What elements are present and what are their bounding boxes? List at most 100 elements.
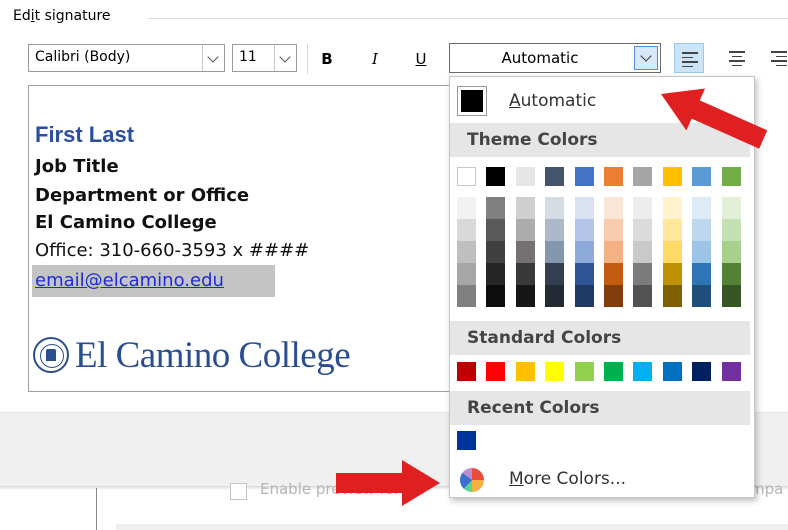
standard-color-swatch[interactable] <box>574 362 594 381</box>
recent-color-swatch[interactable] <box>457 431 476 450</box>
theme-shade-swatch[interactable] <box>662 241 682 263</box>
theme-color-swatch[interactable] <box>604 167 623 186</box>
standard-color-swatch[interactable] <box>545 362 565 381</box>
edit-signature-label: Edit signature <box>13 8 111 24</box>
automatic-color-label: Automatic <box>509 91 597 111</box>
signature-editor[interactable]: First Last Job Title Department or Offic… <box>28 85 458 392</box>
standard-color-swatch[interactable] <box>515 362 535 381</box>
theme-shade-swatch[interactable] <box>457 285 476 307</box>
standard-color-swatch[interactable] <box>662 362 682 381</box>
theme-shade-swatch[interactable] <box>574 241 594 263</box>
theme-shade-swatch[interactable] <box>604 197 623 219</box>
theme-shade-swatch[interactable] <box>692 197 712 219</box>
standard-color-swatch[interactable] <box>486 362 506 381</box>
theme-shade-swatch[interactable] <box>515 219 535 241</box>
theme-shade-swatch[interactable] <box>662 219 682 241</box>
font-name-select[interactable]: Calibri (Body) <box>28 44 225 72</box>
theme-color-swatch[interactable] <box>457 167 476 186</box>
theme-shade-swatch[interactable] <box>604 241 623 263</box>
theme-shade-swatch[interactable] <box>486 219 506 241</box>
chevron-down-icon <box>640 50 652 62</box>
theme-shade-swatch[interactable] <box>692 241 712 263</box>
signature-name: First Last <box>35 122 135 147</box>
align-right-button[interactable] <box>764 43 788 73</box>
color-wheel-icon <box>460 468 484 492</box>
theme-shade-swatch[interactable] <box>574 219 594 241</box>
options-bottom-strip <box>116 524 788 530</box>
theme-shade-swatch[interactable] <box>604 263 623 285</box>
font-size-dropdown-button[interactable] <box>274 45 296 71</box>
theme-shade-swatch[interactable] <box>633 285 653 307</box>
theme-shade-swatch[interactable] <box>486 263 506 285</box>
theme-shade-swatch[interactable] <box>633 219 653 241</box>
align-left-button[interactable] <box>674 43 704 73</box>
theme-shade-swatch[interactable] <box>721 285 741 307</box>
more-colors-label: More Colors... <box>509 469 627 489</box>
theme-shade-swatch[interactable] <box>515 197 535 219</box>
underline-button[interactable]: U <box>410 46 432 72</box>
standard-color-swatch[interactable] <box>692 362 712 381</box>
theme-shade-swatch[interactable] <box>515 285 535 307</box>
align-center-button[interactable] <box>722 43 752 73</box>
theme-color-swatch[interactable] <box>692 167 712 186</box>
bold-button[interactable]: B <box>316 46 338 72</box>
theme-shade-swatch[interactable] <box>662 263 682 285</box>
theme-shade-swatch[interactable] <box>662 197 682 219</box>
theme-shade-swatch[interactable] <box>721 241 741 263</box>
theme-shade-swatch[interactable] <box>721 197 741 219</box>
theme-shade-swatch[interactable] <box>545 197 565 219</box>
font-name-dropdown-button[interactable] <box>202 45 224 71</box>
font-color-select[interactable]: Automatic <box>449 43 661 73</box>
theme-shade-swatch[interactable] <box>574 285 594 307</box>
theme-shade-swatch[interactable] <box>721 219 741 241</box>
college-logo-text: El Camino College <box>75 335 351 376</box>
theme-shade-swatch[interactable] <box>692 263 712 285</box>
theme-shade-swatch[interactable] <box>457 263 476 285</box>
theme-color-swatch[interactable] <box>721 167 741 186</box>
theme-shade-swatch[interactable] <box>515 263 535 285</box>
italic-button[interactable]: I <box>364 46 386 72</box>
theme-color-swatch[interactable] <box>662 167 682 186</box>
theme-shade-swatch[interactable] <box>633 241 653 263</box>
theme-shade-swatch[interactable] <box>574 197 594 219</box>
theme-shade-swatch[interactable] <box>457 241 476 263</box>
theme-shade-swatch[interactable] <box>486 241 506 263</box>
enable-preview-checkbox[interactable] <box>230 483 247 500</box>
standard-color-swatch[interactable] <box>604 362 623 381</box>
signature-office-phone: Office: 310-660-3593 x #### <box>35 240 310 261</box>
theme-color-swatch[interactable] <box>633 167 653 186</box>
theme-shade-swatch[interactable] <box>545 219 565 241</box>
standard-color-swatch[interactable] <box>633 362 653 381</box>
standard-colors-heading: Standard Colors <box>450 321 750 355</box>
theme-color-swatch[interactable] <box>515 167 535 186</box>
theme-shade-swatch[interactable] <box>515 241 535 263</box>
font-size-select[interactable]: 11 <box>232 44 297 72</box>
theme-shade-swatch[interactable] <box>457 219 476 241</box>
theme-shade-swatch[interactable] <box>457 197 476 219</box>
theme-shade-swatch[interactable] <box>486 285 506 307</box>
theme-color-swatch[interactable] <box>574 167 594 186</box>
font-color-dropdown-button[interactable] <box>634 46 658 70</box>
theme-color-swatch[interactable] <box>486 167 506 186</box>
theme-color-swatch[interactable] <box>545 167 565 186</box>
standard-color-swatch[interactable] <box>721 362 741 381</box>
theme-shade-swatch[interactable] <box>604 285 623 307</box>
theme-shade-swatch[interactable] <box>574 263 594 285</box>
theme-shade-swatch[interactable] <box>545 263 565 285</box>
signature-email-link[interactable]: email@elcamino.edu <box>35 270 224 291</box>
theme-shade-swatch[interactable] <box>486 197 506 219</box>
theme-shade-swatch[interactable] <box>545 241 565 263</box>
theme-shade-swatch[interactable] <box>633 263 653 285</box>
red-arrow-icon <box>336 460 440 506</box>
more-colors-option[interactable]: More Colors... <box>450 461 754 499</box>
theme-shade-swatch[interactable] <box>545 285 565 307</box>
theme-shade-swatch[interactable] <box>692 285 712 307</box>
theme-shade-swatch[interactable] <box>633 197 653 219</box>
theme-shade-swatch[interactable] <box>721 263 741 285</box>
align-center-icon <box>729 51 745 69</box>
theme-shade-swatch[interactable] <box>604 219 623 241</box>
theme-shade-swatch[interactable] <box>662 285 682 307</box>
chevron-down-icon <box>207 51 219 63</box>
standard-color-swatch[interactable] <box>457 362 476 381</box>
theme-shade-swatch[interactable] <box>692 219 712 241</box>
